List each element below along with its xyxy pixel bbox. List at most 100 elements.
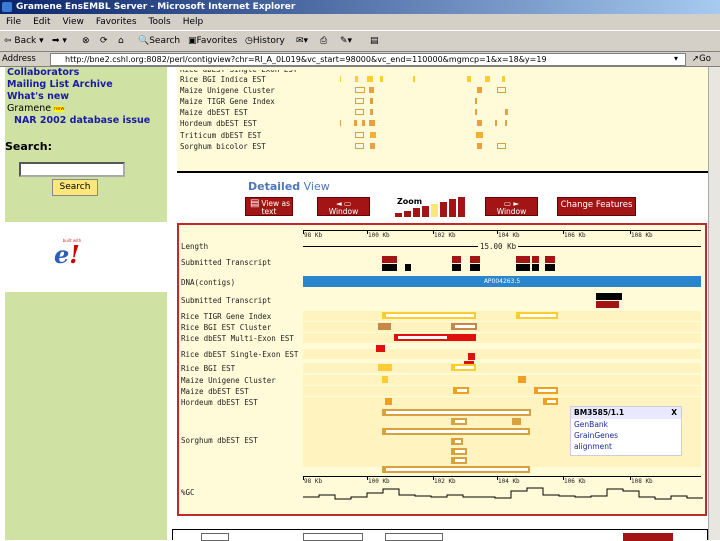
mail-icon[interactable]: ✉▾ (296, 36, 308, 46)
track-feature[interactable] (385, 398, 392, 405)
overview-feature[interactable] (340, 76, 341, 82)
track-feature[interactable] (468, 353, 475, 360)
address-dropdown-icon[interactable]: ▾ (674, 54, 678, 63)
vertical-scrollbar[interactable] (708, 67, 720, 540)
track-feature[interactable] (512, 418, 521, 425)
track-feature[interactable] (516, 256, 530, 263)
menu-view[interactable]: View (57, 14, 90, 30)
overview-feature[interactable] (475, 109, 477, 115)
track-feature[interactable] (451, 457, 467, 464)
overview-feature[interactable] (340, 120, 341, 126)
track-feature[interactable] (534, 387, 558, 394)
track-feature[interactable] (453, 387, 469, 394)
overview-feature[interactable] (370, 132, 376, 138)
track-feature[interactable] (382, 312, 476, 319)
overview-feature[interactable] (476, 132, 483, 138)
track-feature[interactable] (516, 312, 558, 319)
track-feature[interactable] (451, 438, 463, 445)
menu-help[interactable]: Help (177, 14, 210, 30)
track-feature[interactable] (452, 264, 461, 271)
popup-link-genbank[interactable]: GenBank (571, 419, 681, 430)
track-feature[interactable] (470, 256, 480, 263)
overview-feature[interactable] (369, 120, 375, 126)
track-feature[interactable] (596, 293, 622, 300)
stop-icon[interactable]: ⊗ (82, 36, 90, 46)
overview-feature[interactable] (380, 76, 383, 82)
change-features-button[interactable]: Change Features (557, 197, 636, 216)
track-feature[interactable] (532, 264, 539, 271)
track-feature[interactable] (545, 256, 555, 263)
overview-feature[interactable] (354, 120, 357, 126)
back-button[interactable]: ⇦ Back ▾ (4, 36, 44, 46)
history-button[interactable]: ◷History (245, 36, 285, 46)
overview-feature[interactable] (367, 76, 373, 82)
overview-feature[interactable] (355, 143, 364, 149)
home-icon[interactable]: ⌂ (118, 36, 124, 46)
overview-feature[interactable] (370, 143, 375, 149)
discuss-icon[interactable]: ▤ (370, 36, 379, 46)
link-mailing-list[interactable]: Mailing List Archive (5, 79, 167, 91)
track-feature[interactable] (518, 376, 526, 383)
search-submit-button[interactable]: Search (52, 179, 98, 196)
overview-feature[interactable] (505, 109, 508, 115)
link-collaborators[interactable]: Collaborators (5, 67, 167, 79)
overview-feature[interactable] (502, 76, 505, 82)
track-feature[interactable] (452, 256, 461, 263)
overview-feature[interactable] (477, 143, 482, 149)
track-feature[interactable] (382, 409, 531, 416)
menu-file[interactable]: File (0, 14, 27, 30)
search-input[interactable] (19, 162, 125, 177)
track-feature[interactable] (596, 301, 619, 308)
refresh-icon[interactable]: ⟳ (100, 36, 108, 46)
overview-feature[interactable] (370, 109, 373, 115)
track-feature[interactable] (382, 376, 388, 383)
menu-tools[interactable]: Tools (143, 14, 177, 30)
go-button[interactable]: ➚Go (692, 54, 711, 64)
track-feature[interactable] (382, 428, 530, 435)
track-feature[interactable] (376, 345, 385, 352)
track-feature[interactable] (451, 364, 476, 371)
track-feature[interactable] (405, 264, 411, 271)
track-feature[interactable] (516, 264, 530, 271)
track-feature[interactable] (378, 323, 391, 330)
track-feature[interactable] (447, 334, 476, 341)
overview-feature[interactable] (369, 87, 374, 93)
view-as-text-button[interactable]: ▤ View as text (245, 197, 293, 216)
overview-feature[interactable] (477, 120, 482, 126)
track-feature[interactable] (545, 264, 555, 271)
overview-feature[interactable] (497, 87, 506, 93)
track-feature[interactable] (451, 323, 477, 330)
search-button[interactable]: 🔍Search (138, 36, 180, 46)
forward-button[interactable]: ➡ ▾ (52, 36, 67, 46)
window-right-button[interactable]: ▭ ► Window (485, 197, 538, 216)
zoom-control[interactable]: Zoom (393, 196, 471, 217)
overview-feature[interactable] (355, 87, 365, 93)
favorites-button[interactable]: ▣Favorites (188, 36, 237, 46)
track-feature[interactable] (532, 256, 539, 263)
track-feature[interactable] (382, 264, 397, 271)
overview-feature[interactable] (497, 143, 506, 149)
print-icon[interactable]: ⎙ (320, 36, 327, 46)
overview-feature[interactable] (413, 76, 415, 82)
track-feature[interactable] (451, 448, 467, 455)
track-feature[interactable] (543, 398, 558, 405)
link-nar-2002[interactable]: NAR 2002 database issue (5, 115, 167, 127)
address-input[interactable]: http://bne2.cshl.org:8082/perl/contigvie… (50, 53, 686, 66)
overview-feature[interactable] (355, 132, 364, 138)
close-icon[interactable]: X (671, 407, 681, 418)
overview-feature[interactable] (370, 98, 373, 104)
overview-feature[interactable] (355, 109, 364, 115)
overview-feature[interactable] (505, 120, 507, 126)
overview-feature[interactable] (355, 76, 358, 82)
overview-feature[interactable] (477, 87, 482, 93)
track-feature[interactable] (382, 256, 397, 263)
edit-icon[interactable]: ✎▾ (340, 36, 352, 46)
ensembl-logo[interactable]: built with e! (52, 238, 92, 270)
track-feature[interactable] (382, 466, 530, 473)
window-left-button[interactable]: ◄ ▭ Window (317, 197, 370, 216)
overview-feature[interactable] (362, 120, 365, 126)
popup-link-graingenes[interactable]: GrainGenes (571, 430, 681, 441)
overview-feature[interactable] (355, 98, 364, 104)
overview-feature[interactable] (485, 76, 490, 82)
track-feature[interactable] (451, 418, 467, 425)
